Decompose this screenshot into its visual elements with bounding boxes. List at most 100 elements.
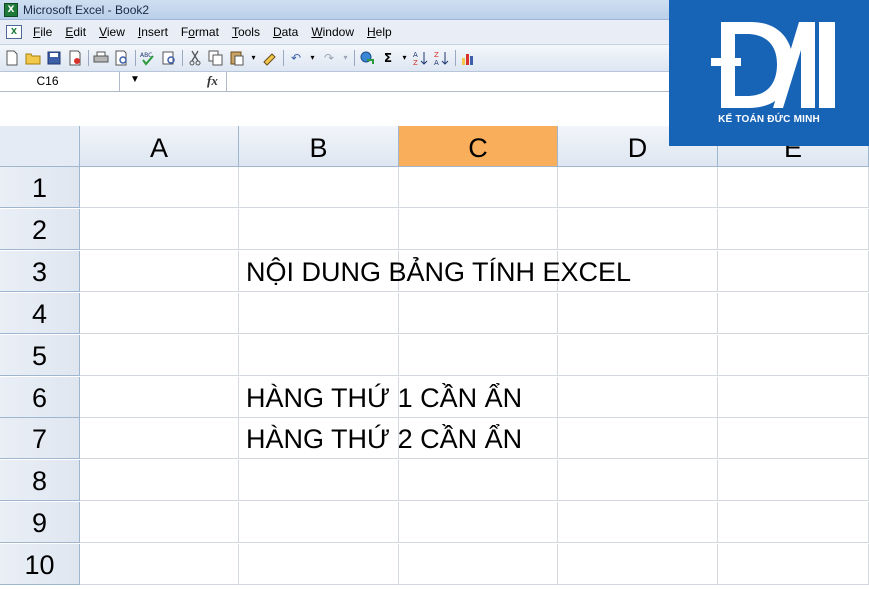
menu-help[interactable]: Help (367, 25, 392, 39)
cell-d10[interactable] (558, 544, 718, 586)
menu-data[interactable]: Data (273, 25, 298, 39)
menu-file[interactable]: File (33, 25, 52, 39)
cell-c10[interactable] (399, 544, 558, 586)
name-box-dropdown-icon[interactable]: ▼ (130, 74, 140, 85)
dropdown-arrow-icon[interactable]: ▾ (309, 50, 316, 66)
dropdown-arrow-icon[interactable]: ▾ (250, 50, 257, 66)
row-header-2[interactable]: 2 (0, 208, 80, 250)
menu-edit[interactable]: Edit (65, 25, 86, 39)
cell-d2[interactable] (558, 208, 718, 250)
hyperlink-icon[interactable] (359, 50, 375, 66)
column-header-a[interactable]: A (80, 126, 239, 167)
spelling-icon[interactable]: ABC (140, 50, 156, 66)
cell-c2[interactable] (399, 208, 558, 250)
cell-c5[interactable] (399, 334, 558, 376)
row-header-3[interactable]: 3 (0, 250, 80, 292)
cell-e10[interactable] (718, 544, 869, 586)
row-header-1[interactable]: 1 (0, 167, 80, 208)
cell-d7[interactable] (558, 418, 718, 460)
row-header-8[interactable]: 8 (0, 460, 80, 502)
cell-d5[interactable] (558, 334, 718, 376)
cell-e9[interactable] (718, 502, 869, 544)
column-header-c[interactable]: C (399, 126, 558, 167)
menu-insert[interactable]: Insert (138, 25, 168, 39)
toolbar-separator (455, 50, 456, 66)
autosum-icon[interactable]: Σ (380, 50, 396, 66)
cell-a6[interactable] (80, 376, 239, 418)
workbook-icon[interactable]: X (6, 25, 22, 39)
menu-window[interactable]: Window (311, 25, 354, 39)
chart-wizard-icon[interactable] (460, 50, 476, 66)
cell-e3[interactable] (718, 250, 869, 292)
cell-d1[interactable] (558, 167, 718, 208)
paste-icon[interactable] (229, 50, 245, 66)
cell-a5[interactable] (80, 334, 239, 376)
cell-b2[interactable] (239, 208, 399, 250)
cell-d8[interactable] (558, 460, 718, 502)
cell-b9[interactable] (239, 502, 399, 544)
cell-a1[interactable] (80, 167, 239, 208)
cell-b10[interactable] (239, 544, 399, 586)
dropdown-arrow-icon[interactable]: ▾ (401, 50, 408, 66)
redo-icon[interactable]: ↷ (321, 50, 337, 66)
menu-items: File Edit View Insert Format Tools Data Window H… (33, 25, 405, 39)
cell-a2[interactable] (80, 208, 239, 250)
cell-e6[interactable] (718, 376, 869, 418)
cell-c8[interactable] (399, 460, 558, 502)
cut-icon[interactable] (187, 50, 203, 66)
open-icon[interactable] (25, 50, 41, 66)
print-preview-icon[interactable] (114, 50, 130, 66)
cell-b8[interactable] (239, 460, 399, 502)
select-all-button[interactable] (0, 126, 80, 167)
column-header-b[interactable]: B (239, 126, 399, 167)
research-icon[interactable] (161, 50, 177, 66)
menu-format[interactable]: Format (181, 25, 219, 39)
cell-e1[interactable] (718, 167, 869, 208)
row-header-9[interactable]: 9 (0, 502, 80, 544)
cell-e4[interactable] (718, 292, 869, 334)
cell-d9[interactable] (558, 502, 718, 544)
sort-descending-icon[interactable]: ZA (434, 50, 450, 66)
cell-c4[interactable] (399, 292, 558, 334)
print-icon[interactable] (93, 50, 109, 66)
cell-e5[interactable] (718, 334, 869, 376)
dropdown-arrow-icon[interactable]: ▾ (342, 50, 349, 66)
name-box[interactable]: C16 (0, 72, 120, 91)
save-icon[interactable] (46, 50, 62, 66)
row-header-5[interactable]: 5 (0, 334, 80, 376)
cell-b5[interactable] (239, 334, 399, 376)
row-header-4[interactable]: 4 (0, 292, 80, 334)
formula-input[interactable] (230, 74, 660, 90)
format-painter-icon[interactable] (262, 50, 278, 66)
insert-function-icon[interactable]: fx (207, 73, 218, 89)
cell-a9[interactable] (80, 502, 239, 544)
permission-icon[interactable] (67, 50, 83, 66)
cell-e2[interactable] (718, 208, 869, 250)
cell-b4[interactable] (239, 292, 399, 334)
cell-a3[interactable] (80, 250, 239, 292)
menu-tools[interactable]: Tools (232, 25, 260, 39)
cell-a4[interactable] (80, 292, 239, 334)
svg-text:A: A (413, 51, 418, 59)
table-row: 2 (0, 208, 869, 250)
new-icon[interactable] (4, 50, 20, 66)
sort-ascending-icon[interactable]: AZ (413, 50, 429, 66)
row-header-10[interactable]: 10 (0, 544, 80, 586)
cell-e8[interactable] (718, 460, 869, 502)
copy-icon[interactable] (208, 50, 224, 66)
cell-a7[interactable] (80, 418, 239, 460)
cell-c1[interactable] (399, 167, 558, 208)
row-header-6[interactable]: 6 (0, 376, 80, 418)
cell-c9[interactable] (399, 502, 558, 544)
cell-b1[interactable] (239, 167, 399, 208)
menu-view[interactable]: View (99, 25, 125, 39)
table-row: 10 (0, 544, 869, 586)
row-header-7[interactable]: 7 (0, 418, 80, 460)
cell-a8[interactable] (80, 460, 239, 502)
cell-a10[interactable] (80, 544, 239, 586)
cell-d6[interactable] (558, 376, 718, 418)
undo-icon[interactable]: ↶ (288, 50, 304, 66)
cell-e7[interactable] (718, 418, 869, 460)
excel-app-icon[interactable]: X (4, 3, 18, 17)
cell-d4[interactable] (558, 292, 718, 334)
